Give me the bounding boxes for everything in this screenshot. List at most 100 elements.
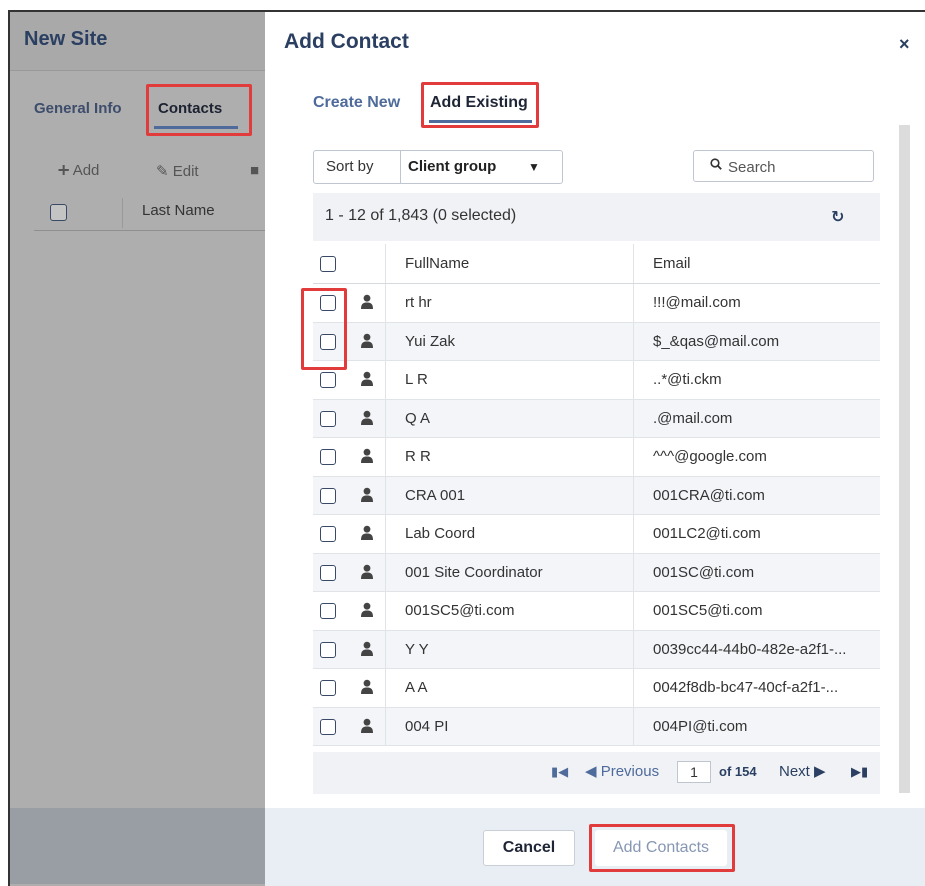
person-icon xyxy=(361,564,373,579)
column-divider xyxy=(633,707,634,745)
add-contacts-button[interactable]: Add Contacts xyxy=(595,830,727,866)
fullname-cell: Lab Coord xyxy=(405,525,476,542)
person-icon xyxy=(361,410,373,425)
person-icon xyxy=(361,487,373,502)
email-cell: 004PI@ti.com xyxy=(653,717,748,735)
row-checkbox[interactable] xyxy=(320,680,336,696)
background-header: New Site xyxy=(10,12,265,71)
person-icon xyxy=(361,525,373,540)
sort-divider xyxy=(400,151,401,183)
person-icon xyxy=(361,602,373,617)
row-checkbox[interactable] xyxy=(320,372,336,388)
table-row[interactable]: 001SC5@ti.com 001SC5@ti.com xyxy=(313,592,880,631)
table-row[interactable]: rt hr !!!@mail.com xyxy=(313,284,880,323)
row-checkbox[interactable] xyxy=(320,718,336,735)
table-row[interactable]: R R ^^^@google.com xyxy=(313,438,880,477)
row-checkbox[interactable] xyxy=(320,603,336,619)
table-row[interactable]: CRA 001 001CRA@ti.com xyxy=(313,476,880,515)
fullname-cell: R R xyxy=(405,448,431,465)
tab-add-existing[interactable]: Add Existing xyxy=(430,94,528,112)
search-input[interactable] xyxy=(726,156,870,178)
column-divider xyxy=(385,438,386,476)
row-checkbox[interactable] xyxy=(320,564,336,581)
fullname-cell: Y Y xyxy=(405,640,429,658)
fullname-cell: 004 PI xyxy=(405,717,449,735)
plus-circle-icon: ➕︎ xyxy=(58,162,70,179)
close-icon[interactable]: × xyxy=(899,34,910,55)
column-divider xyxy=(385,476,386,514)
previous-page-button[interactable]: ◀ Previous xyxy=(585,762,659,780)
column-divider xyxy=(633,553,634,591)
person-icon xyxy=(361,448,373,463)
sort-by-value: Client group xyxy=(408,158,497,175)
edit-contact-button[interactable]: ✎ Edit xyxy=(156,162,199,180)
person-icon xyxy=(361,641,373,656)
email-cell: 001SC5@ti.com xyxy=(653,602,763,619)
next-page-button[interactable]: Next ▶ xyxy=(779,762,826,780)
tab-create-new[interactable]: Create New xyxy=(313,94,400,112)
cancel-button[interactable]: Cancel xyxy=(483,830,575,866)
search-box[interactable] xyxy=(693,150,874,182)
column-divider xyxy=(633,438,634,476)
edit-label: Edit xyxy=(172,163,199,180)
column-divider xyxy=(385,669,386,707)
person-icon xyxy=(361,371,373,386)
person-icon xyxy=(361,294,373,309)
table-row[interactable]: Q A .@mail.com xyxy=(313,399,880,438)
scrollbar[interactable] xyxy=(899,125,910,793)
table-row[interactable]: 001 Site Coordinator 001SC@ti.com xyxy=(313,553,880,592)
email-cell: !!!@mail.com xyxy=(653,294,741,311)
select-all-checkbox[interactable] xyxy=(320,256,336,272)
background-title: New Site xyxy=(24,28,108,50)
email-cell: 001CRA@ti.com xyxy=(653,486,765,504)
first-page-icon[interactable]: ▮◀ xyxy=(551,764,568,780)
background-site-panel: New Site General Info Contacts ➕︎ Add ✎ … xyxy=(8,10,265,886)
row-checkbox[interactable] xyxy=(320,526,336,542)
email-cell: 0039cc44-44b0-482e-a2f1-... xyxy=(653,640,847,658)
refresh-icon[interactable]: ↻ xyxy=(831,207,844,227)
fullname-cell: A A xyxy=(405,679,428,696)
email-cell: 001LC2@ti.com xyxy=(653,525,761,542)
column-divider xyxy=(633,284,634,322)
select-all-checkbox[interactable] xyxy=(50,204,67,221)
person-icon xyxy=(361,679,373,694)
header-divider xyxy=(122,198,123,228)
row-checkbox[interactable] xyxy=(320,295,336,311)
row-checkbox[interactable] xyxy=(320,449,336,465)
last-page-icon[interactable]: ▶▮ xyxy=(851,764,868,780)
table-row[interactable]: A A 0042f8db-bc47-40cf-a2f1-... xyxy=(313,669,880,708)
trash-icon[interactable]: ■ xyxy=(250,162,259,179)
tab-general-info[interactable]: General Info xyxy=(34,100,122,117)
add-contact-button[interactable]: ➕︎ Add xyxy=(58,162,99,179)
column-divider xyxy=(385,399,386,437)
page-count: of 154 xyxy=(719,764,757,779)
column-divider xyxy=(385,322,386,360)
table-row[interactable]: 004 PI 004PI@ti.com xyxy=(313,707,880,746)
email-cell: $_&qas@mail.com xyxy=(653,332,780,350)
modal-title: Add Contact xyxy=(284,30,409,53)
page-number-input[interactable] xyxy=(677,761,711,783)
column-divider xyxy=(385,592,386,630)
caret-down-icon: ▼ xyxy=(528,160,540,174)
row-checkbox[interactable] xyxy=(320,487,336,504)
fullname-cell: 001SC5@ti.com xyxy=(405,602,515,619)
tab-add-existing-underline xyxy=(429,120,532,123)
table-row[interactable]: Yui Zak $_&qas@mail.com xyxy=(313,322,880,361)
row-checkbox[interactable] xyxy=(320,641,336,658)
sort-by-dropdown[interactable]: Sort by Client group ▼ xyxy=(313,150,563,184)
row-checkbox[interactable] xyxy=(320,333,336,350)
fullname-cell: Yui Zak xyxy=(405,332,456,350)
pager: ▮◀ ◀ Previous of 154 Next ▶ ▶▮ xyxy=(313,752,880,794)
fullname-cell: 001 Site Coordinator xyxy=(405,563,543,581)
table-row[interactable]: Lab Coord 001LC2@ti.com xyxy=(313,515,880,554)
row-checkbox[interactable] xyxy=(320,410,336,427)
grid-body: rt hr !!!@mail.com Yui Zak $_&qas@mail.com L… xyxy=(313,284,880,746)
table-row[interactable]: L R ..*@ti.ckm xyxy=(313,361,880,400)
tab-contacts[interactable]: Contacts xyxy=(158,100,222,117)
column-divider xyxy=(385,553,386,591)
column-divider xyxy=(633,322,634,360)
fullname-header: FullName xyxy=(405,255,470,272)
email-cell: ^^^@google.com xyxy=(653,448,767,465)
column-divider xyxy=(633,361,634,399)
table-row[interactable]: Y Y 0039cc44-44b0-482e-a2f1-... xyxy=(313,630,880,669)
